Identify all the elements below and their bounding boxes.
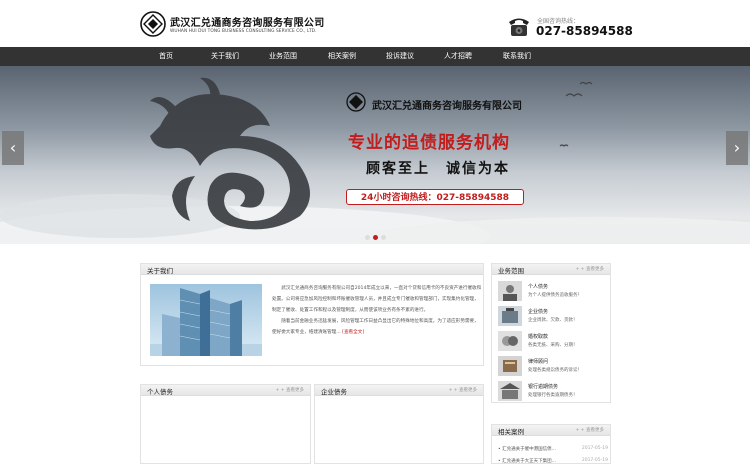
scope-thumb-icon [498, 306, 522, 326]
about-read-more-link[interactable]: [查看全文] [342, 330, 364, 335]
personal-debt-title: 个人债务 [147, 388, 173, 396]
hotline-number: 027-85894588 [536, 24, 633, 38]
scope-item-bank[interactable]: 银行逾期债务 处理银行各类逾期债务！ [498, 381, 608, 403]
business-scope-panel: 业务范围 + + 查看更多 个人债务 为个人提供债务追收服务！ 企业债务 企业周… [491, 263, 611, 403]
hero-banner[interactable]: 武汉汇兑通商务咨询服务有限公司 专业的追债服务机构 顾客至上 诚信为本 24小时… [0, 66, 750, 244]
banner-dot-1[interactable] [365, 235, 370, 240]
scope-thumb-icon [498, 281, 522, 301]
skyscraper-icon [150, 288, 262, 356]
scope-item-claims[interactable]: 婚权取款 各类无抵、采购、分期！ [498, 331, 608, 353]
scope-item-desc: 为个人提供债务追收服务！ [528, 293, 582, 298]
nav-cases[interactable]: 相关案例 [313, 47, 371, 66]
cases-header: 相关案例 + + 查看更多 [492, 425, 610, 436]
company-name-cn: 武汉汇兑通商务咨询服务有限公司 [170, 18, 325, 29]
about-panel: 关于我们 武汉汇兑通商务咨询服务有限公司自2014年成立以来，一直对个贷和信用卡… [140, 263, 484, 366]
personal-debt-panel: 个人债务 + + 查看更多 [140, 384, 311, 464]
nav-jobs[interactable]: 人才招聘 [429, 47, 487, 66]
nav-contact[interactable]: 联系我们 [488, 47, 546, 66]
scope-item-desc: 处理各类规讼债务的诉讼！ [528, 368, 582, 373]
case-item-date: 2017-05-19 [581, 458, 608, 463]
banner-tagline: 顾客至上 诚信为本 [366, 161, 510, 177]
nav-about[interactable]: 关于我们 [196, 47, 254, 66]
scope-item-name: 企业债务 [528, 309, 549, 315]
corporate-debt-header: 企业债务 + + 查看更多 [315, 385, 483, 396]
banner-prev-arrow-icon[interactable]: ‹ [2, 131, 24, 165]
telephone-icon [509, 18, 529, 36]
site-header: 武汉汇兑通商务咨询服务有限公司 WUHAN HUI DUI TONG BUSIN… [0, 0, 750, 47]
banner-dot-3[interactable] [381, 235, 386, 240]
banner-dot-2[interactable] [373, 235, 378, 240]
cases-more-link[interactable]: + + 查看更多 [576, 427, 604, 433]
about-building-image [150, 284, 262, 356]
about-paragraph-2: 随着当前金融业务迅猛发展，风险管理工作日益凸显出它的特殊地位和高度，为了适应形势… [272, 319, 479, 335]
about-panel-header: 关于我们 [141, 264, 483, 275]
corporate-debt-more-link[interactable]: + + 查看更多 [449, 387, 477, 393]
company-name-en: WUHAN HUI DUI TONG BUSINESS CONSULTING S… [170, 29, 317, 34]
main-nav: 首页 关于我们 业务范围 相关案例 投诉建议 人才招聘 联系我们 [0, 47, 750, 66]
case-item-date: 2017-05-19 [581, 446, 608, 451]
banner-slogan: 专业的追债服务机构 [348, 133, 510, 153]
about-title: 关于我们 [147, 267, 173, 275]
about-paragraph-1: 武汉汇兑通商务咨询服务有限公司自2014年成立以来，一直对个贷和信用卡的不良资产… [272, 286, 482, 313]
scope-thumb-icon [498, 381, 522, 401]
nav-scope[interactable]: 业务范围 [254, 47, 312, 66]
case-item-text[interactable]: • 汇兑通关于催中港国信债... [498, 447, 556, 452]
scope-item-name: 银行逾期债务 [528, 384, 559, 390]
scope-item-name: 个人债务 [528, 284, 549, 290]
case-item[interactable]: • 汇兑通关于催中港国信债... 2017-05-19 [498, 446, 608, 452]
banner-hotline: 24小时咨询热线：027-85894588 [346, 189, 524, 205]
business-scope-more-link[interactable]: + + 查看更多 [576, 266, 604, 272]
case-item-text[interactable]: • 汇兑通关于大正天下集团... [498, 459, 556, 464]
scope-item-personal[interactable]: 个人债务 为个人提供债务追收服务！ [498, 281, 608, 303]
case-item[interactable]: • 汇兑通关于大正天下集团... 2017-05-19 [498, 458, 608, 464]
scope-thumb-icon [498, 356, 522, 376]
scope-item-corporate[interactable]: 企业债务 企业周款、欠款、货款！ [498, 306, 608, 328]
scope-item-desc: 企业周款、欠款、货款！ [528, 318, 578, 323]
banner-next-arrow-icon[interactable]: › [726, 131, 748, 165]
scope-item-lawyer[interactable]: 律师顾问 处理各类规讼债务的诉讼！ [498, 356, 608, 378]
cases-panel: 相关案例 + + 查看更多 • 汇兑通关于催中港国信债... 2017-05-1… [491, 424, 611, 464]
cases-title: 相关案例 [498, 428, 524, 436]
birds-icon [559, 81, 593, 147]
scope-item-name: 婚权取款 [528, 334, 549, 340]
scope-item-desc: 处理银行各类逾期债务！ [528, 393, 578, 398]
banner-artwork [0, 77, 750, 244]
scope-thumb-icon [498, 331, 522, 351]
personal-debt-header: 个人债务 + + 查看更多 [141, 385, 310, 396]
personal-debt-more-link[interactable]: + + 查看更多 [276, 387, 304, 393]
about-text: 武汉汇兑通商务咨询服务有限公司自2014年成立以来，一直对个贷和信用卡的不良资产… [272, 283, 482, 338]
scope-item-desc: 各类无抵、采购、分期！ [528, 343, 578, 348]
corporate-debt-title: 企业债务 [321, 388, 347, 396]
corporate-debt-panel: 企业债务 + + 查看更多 [314, 384, 484, 464]
nav-home[interactable]: 首页 [137, 47, 195, 66]
banner-company-name: 武汉汇兑通商务咨询服务有限公司 [372, 101, 522, 112]
business-scope-header: 业务范围 + + 查看更多 [492, 264, 610, 275]
company-logo-icon[interactable] [140, 11, 166, 37]
business-scope-title: 业务范围 [498, 267, 524, 275]
scope-item-name: 律师顾问 [528, 359, 549, 365]
nav-complaints[interactable]: 投诉建议 [371, 47, 429, 66]
